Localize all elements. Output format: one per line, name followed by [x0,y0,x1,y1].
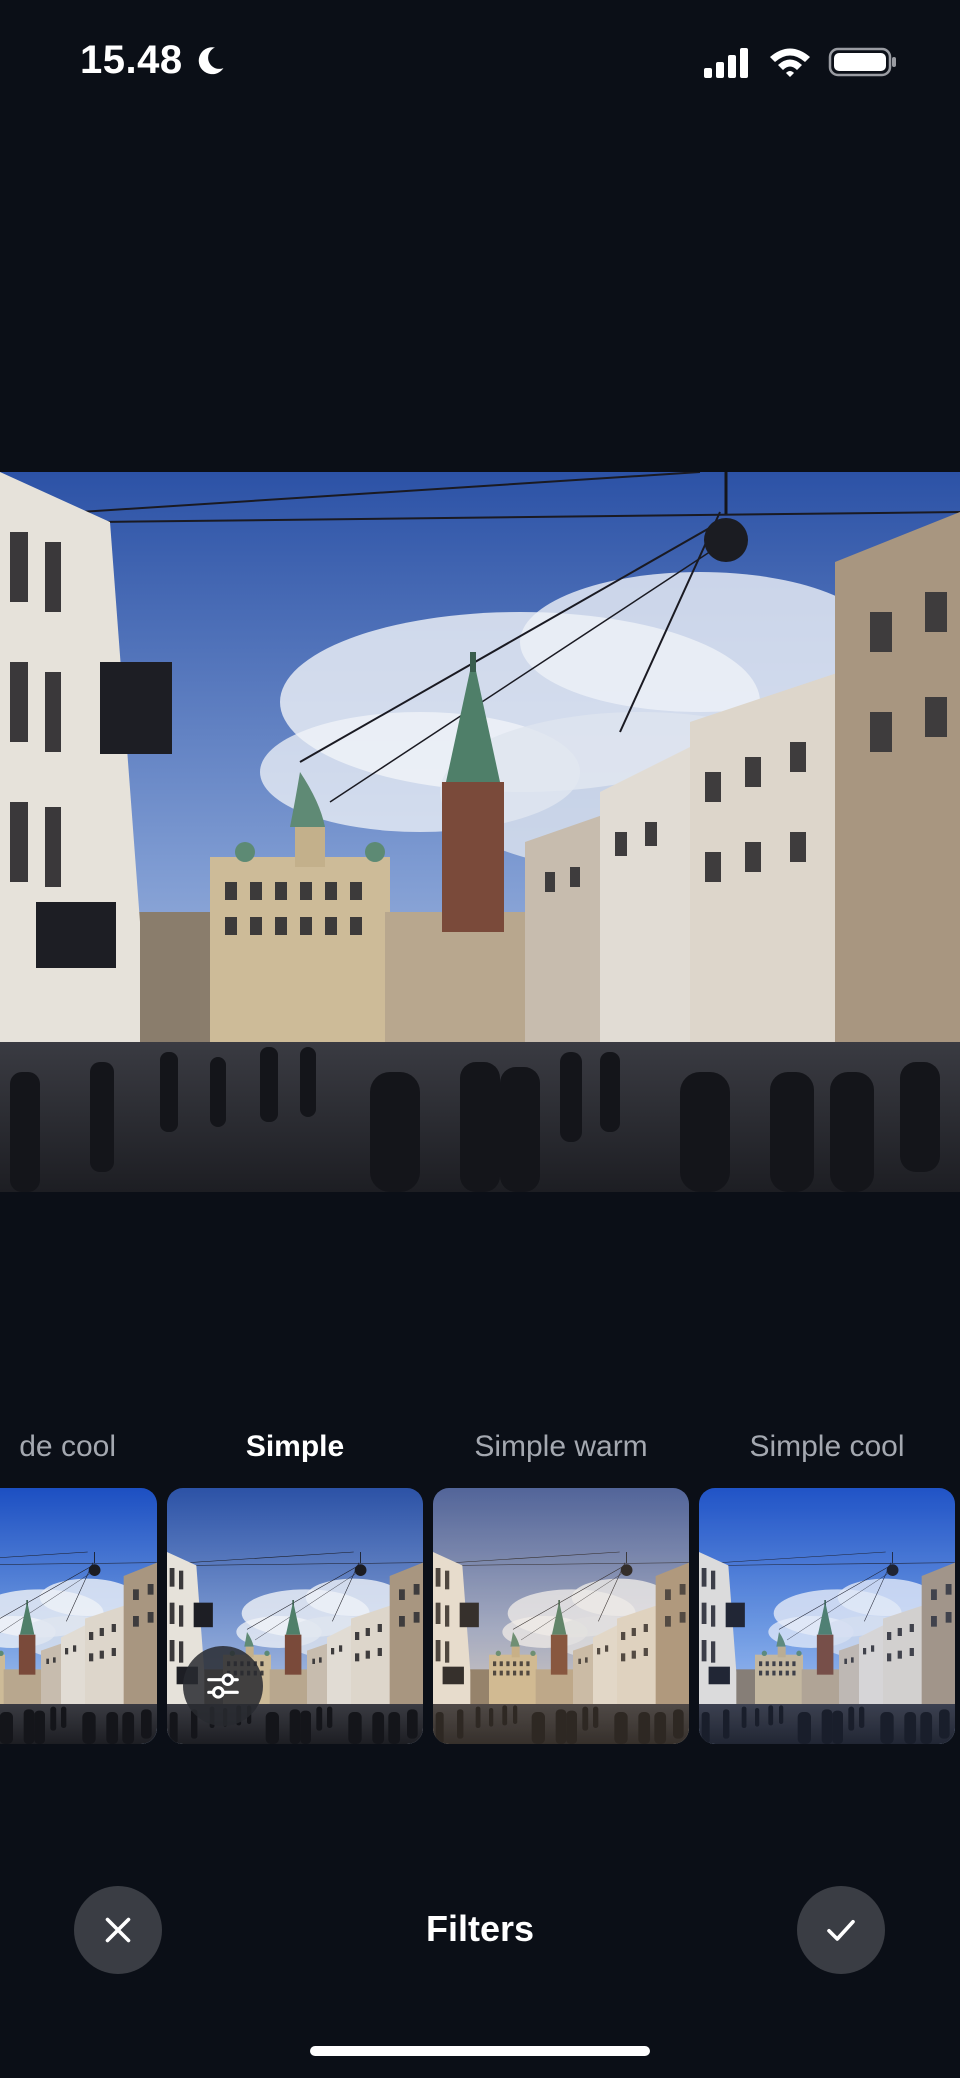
filter-label-simple-cool[interactable]: Simple cool [699,1430,955,1464]
filter-label-de-cool[interactable]: de cool [0,1430,116,1464]
filter-thumbnail-image [699,1488,955,1744]
filter-thumbnail-simple-warm[interactable] [433,1488,689,1744]
status-time-text: 15.48 [80,38,183,82]
status-time: 15.48 [80,38,227,83]
filter-thumbnail-simple[interactable] [167,1488,423,1744]
status-icons [702,46,898,78]
sliders-icon [207,1673,239,1699]
photo-image [0,472,960,1192]
moon-icon [198,46,224,74]
photo-preview [0,472,960,1192]
wifi-icon [770,48,810,77]
battery-icon [828,47,896,77]
bottom-toolbar: Filters [0,1886,960,1976]
confirm-button[interactable] [797,1886,885,1974]
adjust-filter-button[interactable] [183,1646,263,1726]
filter-labels: de cool Simple Simple warm Simple cool [0,1430,960,1480]
filter-label-simple[interactable]: Simple [167,1430,423,1464]
filter-thumbnail-de-cool[interactable] [0,1488,157,1744]
filter-label-simple-warm[interactable]: Simple warm [433,1430,689,1464]
filter-thumbnail-image [433,1488,689,1744]
filter-thumbnail-strip[interactable] [0,1488,960,1744]
filter-thumbnail-image [0,1488,157,1744]
filter-thumbnail-simple-cool[interactable] [699,1488,955,1744]
cellular-signal-icon [704,48,748,78]
home-indicator[interactable] [310,2046,650,2056]
status-bar: 15.48 [0,0,960,130]
checkmark-icon [827,1919,855,1941]
